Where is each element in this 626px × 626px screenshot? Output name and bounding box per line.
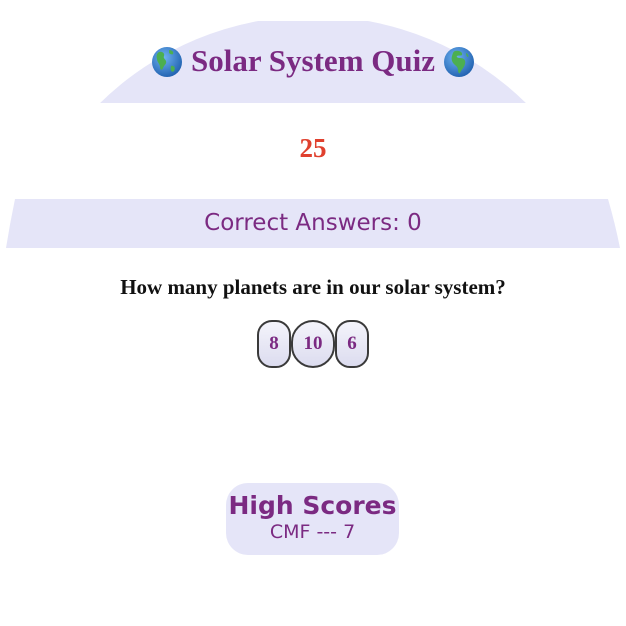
page-title: Solar System Quiz [191, 43, 435, 78]
high-score-entry: CMF --- 7 [269, 521, 356, 543]
answer-options: 8 10 6 [0, 320, 626, 368]
answer-button-10[interactable]: 10 [291, 320, 335, 368]
answer-button-8[interactable]: 8 [257, 320, 291, 368]
correct-answers-label: Correct Answers: 0 [204, 210, 422, 236]
high-scores-panel: High Scores CMF --- 7 [226, 483, 399, 555]
answer-button-6[interactable]: 6 [335, 320, 369, 368]
question-text: How many planets are in our solar system… [120, 275, 506, 299]
countdown-timer: 25 [299, 133, 327, 163]
quiz-page: Solar System Quiz 25 Correct Answers: 0 … [0, 0, 626, 626]
globe-africa-icon [444, 47, 474, 77]
high-scores-title: High Scores [228, 491, 397, 520]
title-banner: Solar System Quiz [0, 21, 626, 103]
globe-americas-icon [152, 47, 182, 77]
score-banner: Correct Answers: 0 [0, 199, 626, 248]
